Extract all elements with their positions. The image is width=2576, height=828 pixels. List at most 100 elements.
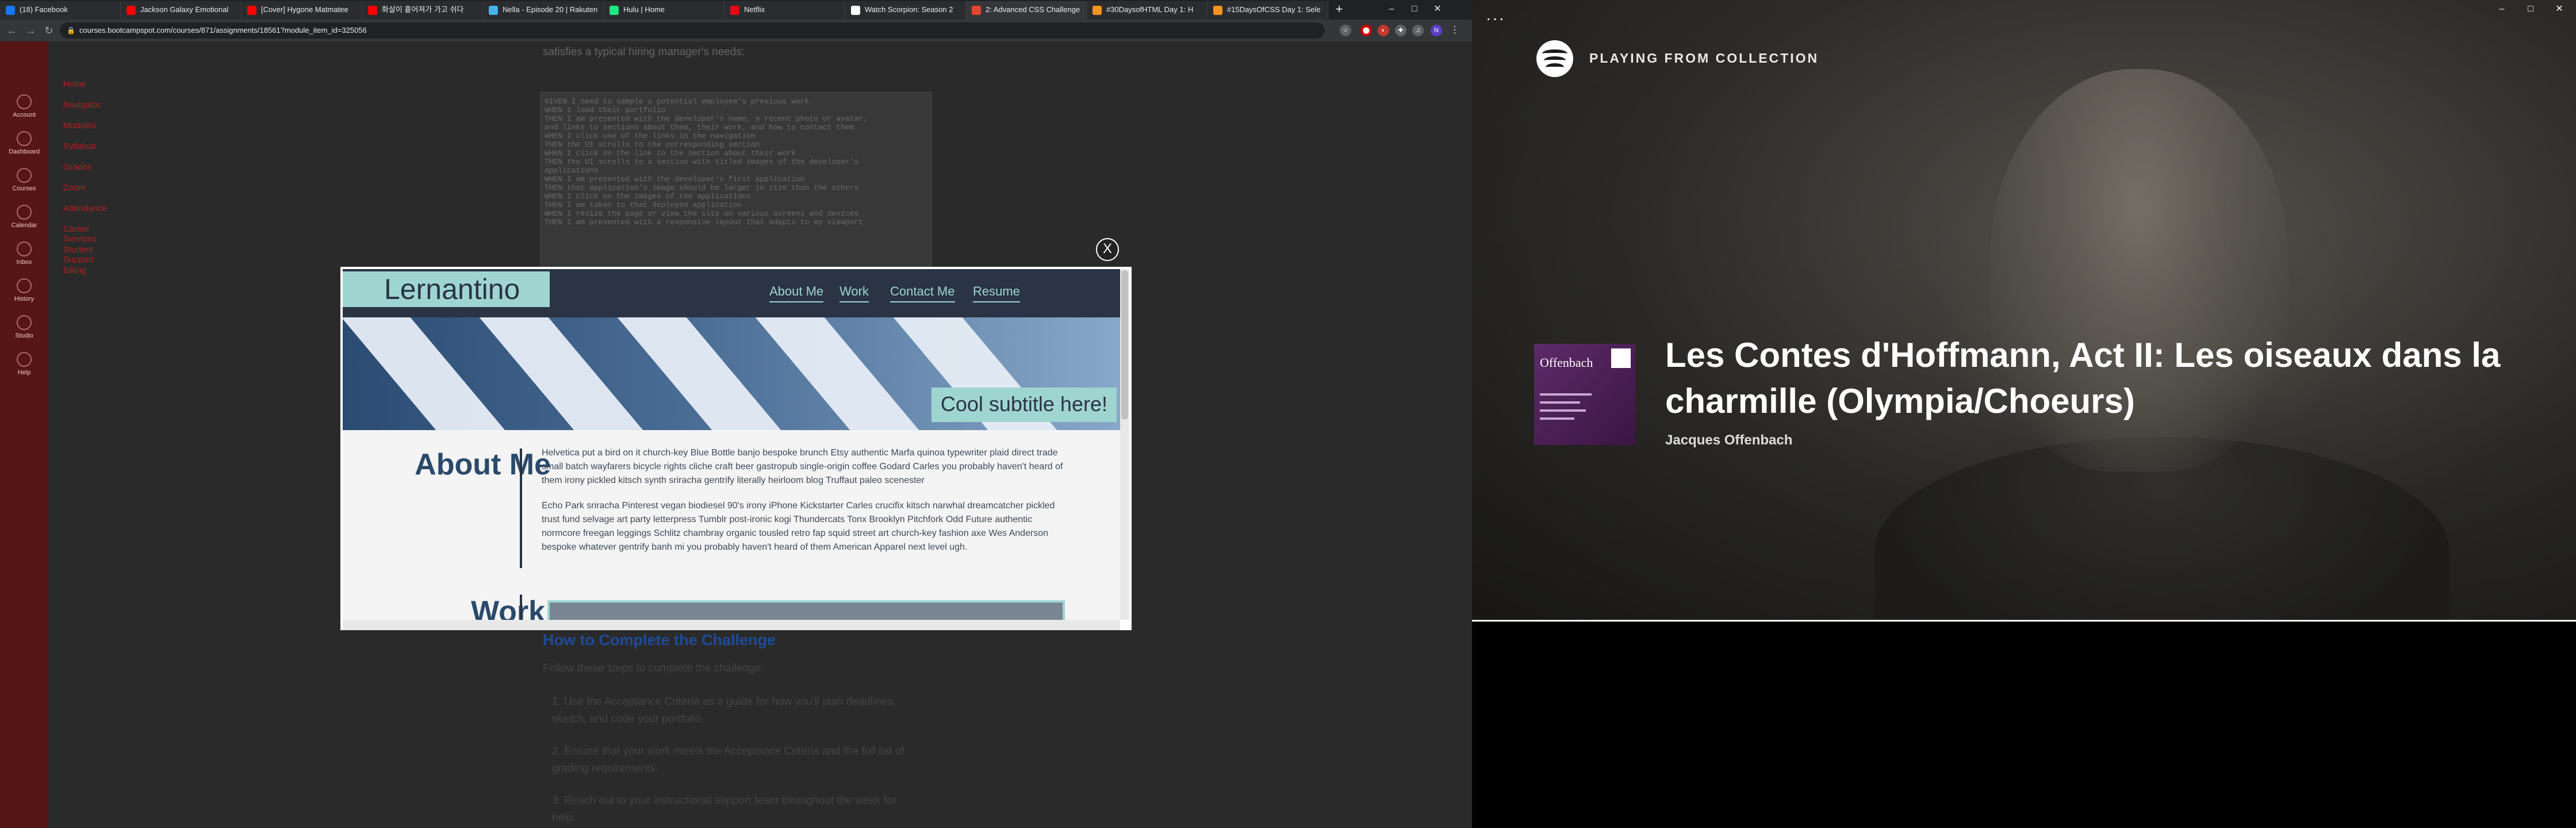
tab-favicon-icon	[730, 6, 739, 15]
course-nav-item[interactable]: Home	[63, 79, 86, 89]
browser-tab[interactable]: Jackson Galaxy Emotional	[121, 1, 241, 20]
close-window-button[interactable]: ✕	[1426, 0, 1449, 20]
course-nav-item[interactable]: Career Services	[63, 224, 97, 244]
course-nav-item[interactable]: Student Support	[63, 245, 94, 264]
browser-window: (18) Facebook Jackson Galaxy Emotional [Co…	[0, 0, 1472, 828]
tab-title: 화살이 흩어져가 가고 쉬다	[382, 5, 464, 14]
tab-strip: (18) Facebook Jackson Galaxy Emotional [Co…	[0, 0, 1472, 20]
global-nav-label: Inbox	[16, 259, 32, 266]
site-logo[interactable]: Lernantino	[343, 271, 550, 307]
address-bar[interactable]: 🔒 courses.bootcampspot.com/courses/871/a…	[60, 22, 1325, 39]
site-header: Lernantino About Me Work Contact Me Resu…	[343, 269, 1120, 317]
tab-favicon-icon	[126, 6, 136, 15]
browser-tab[interactable]: #15DaysOfCSS Day 1: Sele	[1208, 1, 1328, 20]
course-nav-item[interactable]: Zoom	[63, 183, 85, 193]
global-nav-label: Help	[17, 369, 31, 376]
media-control-icon[interactable]: ♫	[1412, 25, 1424, 36]
browser-tab[interactable]: Hulu | Home	[604, 1, 724, 20]
portfolio-preview: Lernantino About Me Work Contact Me Resu…	[343, 269, 1120, 620]
nav-link-resume[interactable]: Resume	[973, 284, 1020, 302]
bookmark-star-icon[interactable]: ☆	[1340, 25, 1351, 36]
browser-tab[interactable]: Netflix	[724, 1, 845, 20]
back-button[interactable]: ←	[5, 23, 20, 38]
tab-title: (18) Facebook	[20, 5, 68, 14]
spotify-logo-icon	[1536, 40, 1573, 77]
nav-link-work[interactable]: Work	[839, 284, 869, 302]
global-nav-label: History	[14, 296, 34, 302]
track-artist[interactable]: Jacques Offenbach	[1665, 432, 1792, 448]
maximize-button[interactable]: □	[2516, 0, 2545, 20]
work-heading: Work	[470, 595, 545, 620]
cover-text-line	[1540, 401, 1580, 404]
browser-tab[interactable]: Watch Scorpion: Season 2	[845, 1, 966, 20]
logo-wave	[1546, 63, 1564, 71]
tab-title: Hulu | Home	[623, 5, 665, 14]
adblock-extension-icon[interactable]: ⬤	[1360, 25, 1372, 36]
forward-button[interactable]: →	[23, 23, 38, 38]
progress-fill	[1472, 620, 2576, 622]
minimize-button[interactable]: –	[1380, 0, 1403, 20]
howto-heading: How to Complete the Challenge	[543, 631, 776, 649]
global-nav-item[interactable]: Inbox	[0, 241, 48, 266]
browser-tab[interactable]: 화살이 흩어져가 가고 쉬다	[362, 1, 483, 20]
work-project-card[interactable]	[547, 600, 1065, 620]
howto-intro: Follow these steps to complete the chall…	[543, 662, 764, 674]
global-nav-label: Calendar	[11, 222, 37, 229]
course-nav-item[interactable]: Billing	[63, 266, 86, 275]
more-options-icon[interactable]: ···	[1486, 9, 1505, 28]
extension-icon[interactable]: ◐	[1378, 25, 1389, 36]
course-nav-item[interactable]: Attendance	[63, 204, 107, 213]
tab-title: Nella - Episode 20 | Rakuten	[503, 5, 598, 14]
global-nav-item[interactable]: Dashboard	[0, 131, 48, 155]
profile-avatar[interactable]: N	[1431, 25, 1442, 36]
global-nav-item[interactable]: Courses	[0, 168, 48, 192]
tab-favicon-icon	[247, 6, 256, 15]
minimize-button[interactable]: –	[2487, 0, 2516, 20]
maximize-button[interactable]: □	[1403, 0, 1426, 20]
more-menu-icon[interactable]: ⋮	[1449, 25, 1460, 36]
step-item: 1. Use the Acceptance Criteria as a guid…	[552, 696, 896, 725]
about-section: About Me Helvetica put a bird on it chur…	[343, 430, 1120, 620]
nav-link-about[interactable]: About Me	[769, 284, 824, 302]
artist-backdrop-image	[1472, 0, 2576, 621]
tab-favicon-icon	[489, 6, 498, 15]
cover-text-line	[1540, 409, 1586, 412]
bottom-black-area	[1472, 621, 2576, 828]
browser-tab[interactable]: Nella - Episode 20 | Rakuten	[483, 1, 604, 20]
tab-title: #15DaysOfCSS Day 1: Sele	[1227, 5, 1321, 14]
global-nav-item[interactable]: Account	[0, 94, 48, 118]
modal-close-button[interactable]: X	[1096, 238, 1119, 261]
course-nav-item[interactable]: Navigator	[63, 100, 100, 110]
course-nav-item[interactable]: Modules	[63, 121, 96, 131]
site-nav: About Me Work Contact Me Resume	[769, 279, 1068, 302]
close-window-button[interactable]: ✕	[2545, 0, 2574, 20]
hero-banner: Cool subtitle here!	[343, 317, 1120, 430]
reload-button[interactable]: ↻	[41, 23, 56, 38]
global-nav-label: Account	[13, 112, 36, 118]
course-nav-item[interactable]: Grades	[63, 162, 91, 172]
extensions-puzzle-icon[interactable]: ✚	[1395, 25, 1406, 36]
browser-tab[interactable]: #30DaysofHTML Day 1: H	[1087, 1, 1208, 20]
nav-icon	[17, 94, 32, 109]
global-nav-item[interactable]: Help	[0, 352, 48, 376]
modal-scroll-thumb[interactable]	[1121, 270, 1128, 420]
global-nav-item[interactable]: Calendar	[0, 205, 48, 229]
browser-tab[interactable]: [Cover] Hygone Matmatee	[241, 1, 362, 20]
course-nav-item[interactable]: Syllabus	[63, 141, 96, 151]
browser-tab[interactable]: 2: Advanced CSS Challenge	[966, 1, 1087, 20]
global-nav-item[interactable]: History	[0, 278, 48, 302]
tab-title: Netflix	[744, 5, 765, 14]
nav-link-contact[interactable]: Contact Me	[890, 284, 955, 302]
tab-favicon-icon	[972, 6, 981, 15]
album-cover[interactable]: Offenbach	[1534, 344, 1635, 445]
step-item: 2. Ensure that your work meets the Accep…	[552, 745, 904, 775]
track-title: Les Contes d'Hoffmann, Act II: Les oisea…	[1665, 336, 2501, 420]
new-tab-button[interactable]: +	[1332, 2, 1347, 17]
about-heading: About Me	[415, 448, 551, 481]
assignment-intro: satisfies a typical hiring manager's nee…	[543, 46, 745, 58]
modal-horizontal-scrollbar[interactable]	[343, 620, 1120, 630]
nav-icon	[17, 205, 32, 220]
browser-tab[interactable]: (18) Facebook	[0, 1, 121, 20]
global-nav-item[interactable]: Studio	[0, 315, 48, 339]
work-divider	[520, 595, 522, 620]
